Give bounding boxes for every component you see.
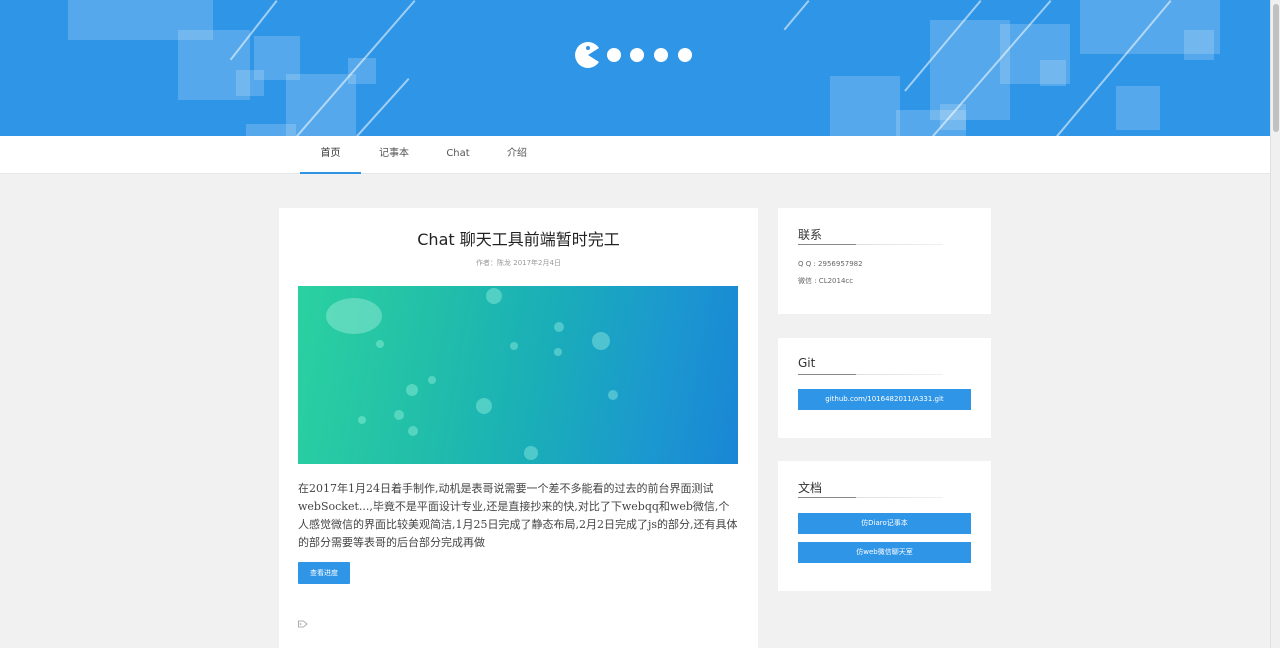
post-card: Chat 聊天工具前端暂时完工 作者：陈龙 2017年2月4日 在2017年1月… [279,208,758,648]
page-scrollbar[interactable] [1270,0,1280,648]
docs-wechat-chat-button[interactable]: 仿web微信聊天室 [798,542,971,563]
docs-title: 文档 [798,481,823,495]
tag-icon [298,620,308,628]
nav-item-chat[interactable]: Chat [438,136,478,174]
post-title[interactable]: Chat 聊天工具前端暂时完工 [279,226,758,250]
post-excerpt: 在2017年1月24日着手制作,动机是表哥说需要一个差不多能看的过去的前台界面测… [298,482,738,549]
nav-item-home[interactable]: 首页 [300,136,361,174]
scrollbar-thumb[interactable] [1273,4,1279,132]
read-more-button[interactable]: 查看进度 [298,562,350,584]
git-title: Git [798,356,816,370]
docs-title-underline [798,497,943,498]
contact-wechat: 微信 : CL2014cc [798,277,854,285]
post-meta: 作者：陈龙 2017年2月4日 [476,259,561,267]
docs-notebook-button[interactable]: 仿Diaro记事本 [798,513,971,534]
page: 首页 记事本 Chat 介绍 Chat 聊天工具前端暂时完工 作者：陈龙 201… [0,0,1280,648]
pacman-logo-icon[interactable] [574,40,704,70]
git-card: Git github.com/1016482011/A331.git [778,338,991,438]
contact-card: 联系 Q Q : 2956957982 微信 : CL2014cc [778,208,991,314]
post-cover-image[interactable] [298,286,738,464]
contact-qq: Q Q : 2956957982 [798,260,863,268]
main-nav: 首页 记事本 Chat 介绍 [0,136,1270,174]
nav-item-notebook[interactable]: 记事本 [372,136,416,174]
git-title-underline [798,374,943,375]
header-banner [0,0,1270,136]
git-repo-link-button[interactable]: github.com/1016482011/A331.git [798,389,971,410]
nav-item-about[interactable]: 介绍 [498,136,536,174]
contact-title-underline [798,244,943,245]
docs-card: 文档 仿Diaro记事本 仿web微信聊天室 [778,461,991,591]
contact-title: 联系 [798,228,823,242]
